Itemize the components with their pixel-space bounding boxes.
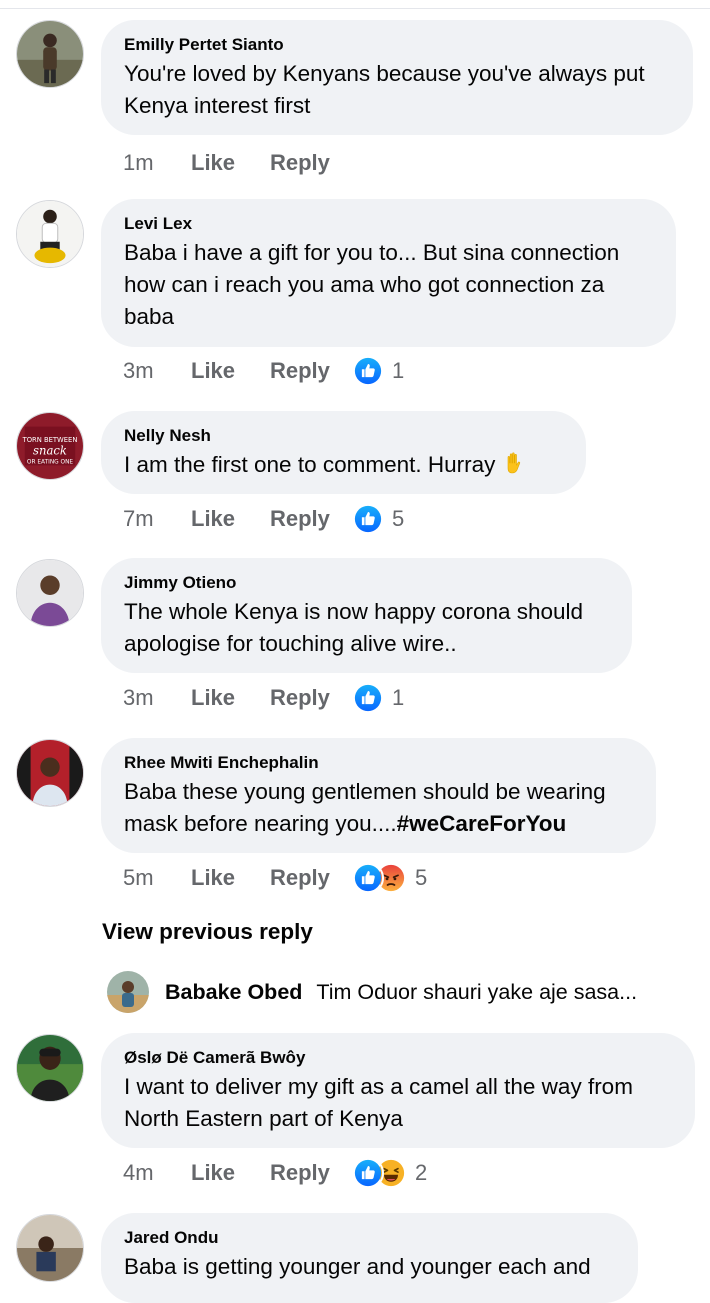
comment-text-row: I am the first one to comment. Hurray — [124, 449, 564, 481]
reaction-summary[interactable]: 1 — [352, 355, 404, 387]
reaction-summary[interactable]: 5 — [352, 503, 404, 535]
like-button[interactable]: Like — [191, 150, 270, 176]
like-button[interactable]: Like — [191, 358, 270, 384]
comment-bubble: Jimmy Otieno The whole Kenya is now happ… — [101, 558, 632, 673]
comment-text: The whole Kenya is now happy corona shou… — [124, 599, 584, 656]
avatar[interactable] — [16, 559, 84, 627]
svg-text:OR EATING ONE: OR EATING ONE — [27, 459, 74, 465]
comment-text: You're loved by Kenyans because you've a… — [124, 61, 645, 118]
reply-button[interactable]: Reply — [270, 1160, 352, 1186]
avatar[interactable] — [16, 20, 84, 88]
comment-actions: 3m Like Reply 1 — [123, 682, 404, 714]
comment-bubble: Levi Lex Baba i have a gift for you to..… — [101, 199, 676, 347]
reaction-summary[interactable]: 5 — [352, 862, 427, 894]
comment-author[interactable]: Jared Ondu — [124, 1228, 616, 1248]
like-button[interactable]: Like — [191, 506, 270, 532]
reply-button[interactable]: Reply — [270, 358, 352, 384]
comment-text: Baba is getting younger and younger each… — [124, 1254, 591, 1279]
comment-author[interactable]: Øslø Dë Camerã Bwôy — [124, 1048, 673, 1068]
reply-preview[interactable]: Babake Obed Tim Oduor shauri yake aje sa… — [107, 970, 687, 1014]
reply-button[interactable]: Reply — [270, 865, 352, 891]
reply-button[interactable]: Reply — [270, 506, 352, 532]
comment-time[interactable]: 3m — [123, 358, 191, 384]
avatar[interactable] — [16, 200, 84, 268]
reply-author[interactable]: Babake Obed — [165, 980, 302, 1005]
comment-author[interactable]: Rhee Mwiti Enchephalin — [124, 753, 634, 773]
comment-bubble: Jared Ondu Baba is getting younger and y… — [101, 1213, 638, 1303]
svg-text:snack: snack — [33, 444, 67, 458]
like-reaction-icon — [352, 682, 384, 714]
like-reaction-icon — [352, 503, 384, 535]
comment-actions: 1m Like Reply — [123, 148, 352, 178]
comment-time[interactable]: 1m — [123, 150, 191, 176]
comment-actions: 7m Like Reply 5 — [123, 503, 404, 535]
comment-time[interactable]: 4m — [123, 1160, 191, 1186]
like-reaction-icon — [352, 1157, 384, 1189]
comment-text: I am the first one to comment. Hurray — [124, 452, 496, 477]
like-button[interactable]: Like — [191, 1160, 270, 1186]
comment-bubble: Nelly Nesh I am the first one to comment… — [101, 411, 586, 494]
comment-author[interactable]: Nelly Nesh — [124, 426, 564, 446]
comment-time[interactable]: 5m — [123, 865, 191, 891]
reply-button[interactable]: Reply — [270, 685, 352, 711]
comment-text: I want to deliver my gift as a camel all… — [124, 1074, 633, 1131]
reaction-summary[interactable]: 1 — [352, 682, 404, 714]
view-previous-reply-link[interactable]: View previous reply — [102, 919, 313, 945]
reaction-count: 2 — [415, 1160, 428, 1185]
avatar[interactable]: TORN BETWEEN snack OR EATING ONE — [16, 412, 84, 480]
like-reaction-icon — [352, 355, 384, 387]
like-button[interactable]: Like — [191, 865, 270, 891]
comment-time[interactable]: 7m — [123, 506, 191, 532]
avatar[interactable] — [16, 739, 84, 807]
comment-actions: 3m Like Reply 1 — [123, 355, 404, 387]
comment-time[interactable]: 3m — [123, 685, 191, 711]
comment-author[interactable]: Levi Lex — [124, 214, 654, 234]
comment-bubble: Øslø Dë Camerã Bwôy I want to deliver my… — [101, 1033, 695, 1148]
reaction-summary[interactable]: 2 — [352, 1157, 427, 1189]
reply-text: Tim Oduor shauri yake aje sasa... — [316, 979, 638, 1004]
comment-actions: 4m Like Reply 2 — [123, 1157, 427, 1189]
reply-avatar — [107, 971, 149, 1013]
like-reaction-icon — [352, 862, 384, 894]
comment-actions: 5m Like Reply 5 — [123, 862, 427, 894]
like-button[interactable]: Like — [191, 685, 270, 711]
hashtag-link[interactable]: #weCareForYou — [397, 811, 567, 836]
comment-bubble: Emilly Pertet Sianto You're loved by Ken… — [101, 20, 693, 135]
reply-button[interactable]: Reply — [270, 150, 352, 176]
top-divider — [0, 8, 710, 9]
reaction-count: 5 — [415, 865, 428, 890]
avatar[interactable] — [16, 1034, 84, 1102]
reaction-count: 1 — [392, 358, 405, 383]
comment-text-row: Baba these young gentlemen should be wea… — [124, 776, 634, 840]
comment-author[interactable]: Jimmy Otieno — [124, 573, 610, 593]
avatar[interactable] — [16, 1214, 84, 1282]
comment-author[interactable]: Emilly Pertet Sianto — [124, 35, 671, 55]
comment-bubble: Rhee Mwiti Enchephalin Baba these young … — [101, 738, 656, 853]
comment-text: Baba i have a gift for you to... But sin… — [124, 240, 620, 329]
reaction-count: 5 — [392, 506, 405, 531]
reaction-count: 1 — [392, 685, 405, 710]
raised-hand-emoji-icon — [501, 450, 527, 476]
